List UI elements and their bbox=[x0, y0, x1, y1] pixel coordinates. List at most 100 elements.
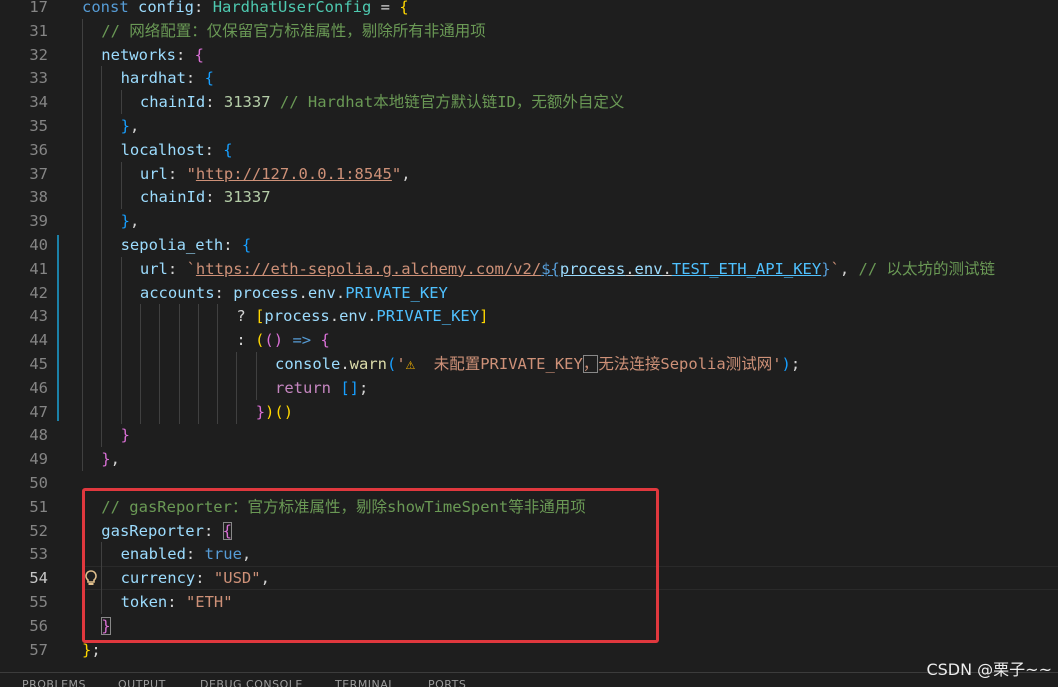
indent-guide bbox=[120, 280, 122, 305]
code-text[interactable]: ? [process.env.PRIVATE_KEY] bbox=[236, 304, 488, 328]
line-number[interactable]: 40 bbox=[0, 233, 48, 257]
code-line[interactable]: 42 accounts: process.env.PRIVATE_KEY bbox=[0, 280, 1058, 305]
code-token: , bbox=[839, 259, 859, 278]
line-number[interactable]: 36 bbox=[0, 138, 48, 162]
code-token: " bbox=[186, 164, 196, 183]
code-line[interactable]: 38 chainId: 31337 bbox=[0, 185, 1058, 210]
code-text[interactable]: networks: { bbox=[101, 43, 204, 67]
indent-guide bbox=[101, 328, 103, 353]
code-line[interactable]: 43 ? [process.env.PRIVATE_KEY] bbox=[0, 304, 1058, 329]
code-text[interactable]: // 网络配置：仅保留官方标准属性，剔除所有非通用项 bbox=[101, 19, 486, 43]
code-text[interactable]: }, bbox=[121, 209, 140, 233]
line-number[interactable]: 35 bbox=[0, 114, 48, 138]
code-line[interactable]: 44 : (() => { bbox=[0, 328, 1058, 353]
line-number[interactable]: 50 bbox=[0, 471, 48, 495]
code-line[interactable]: 37 url: "http://127.0.0.1:8545", bbox=[0, 161, 1058, 186]
code-text[interactable]: const config: HardhatUserConfig = { bbox=[82, 0, 409, 19]
code-text[interactable]: accounts: process.env.PRIVATE_KEY bbox=[140, 281, 448, 305]
code-line[interactable]: 47 })() bbox=[0, 399, 1058, 424]
line-number[interactable]: 48 bbox=[0, 423, 48, 447]
line-number[interactable]: 44 bbox=[0, 328, 48, 352]
code-line[interactable]: 49}, bbox=[0, 447, 1058, 472]
bottom-panel-tabs[interactable]: PROBLEMS OUTPUT DEBUG CONSOLE TERMINAL PORTS bbox=[0, 672, 1058, 687]
code-token: ( bbox=[264, 331, 274, 350]
code-line[interactable]: 39}, bbox=[0, 209, 1058, 234]
code-line[interactable]: 36 localhost: { bbox=[0, 137, 1058, 162]
code-text[interactable]: url: "http://127.0.0.1:8545", bbox=[140, 162, 411, 186]
line-number[interactable]: 57 bbox=[0, 638, 48, 662]
line-number[interactable]: 51 bbox=[0, 495, 48, 519]
line-number[interactable]: 56 bbox=[0, 614, 48, 638]
code-line[interactable]: 40 sepolia_eth: { bbox=[0, 233, 1058, 257]
code-text[interactable]: })() bbox=[256, 400, 293, 424]
code-token: { bbox=[223, 140, 233, 159]
line-number[interactable]: 53 bbox=[0, 542, 48, 566]
code-line[interactable]: 31 // 网络配置：仅保留官方标准属性，剔除所有非通用项 bbox=[0, 18, 1058, 43]
line-number[interactable]: 33 bbox=[0, 66, 48, 90]
code-token: . bbox=[335, 283, 346, 302]
code-text[interactable]: chainId: 31337 // Hardhat本地链官方默认链ID，无额外自… bbox=[140, 90, 625, 114]
code-text[interactable]: : (() => { bbox=[236, 328, 329, 352]
code-token: : bbox=[175, 45, 195, 64]
line-number[interactable]: 32 bbox=[0, 43, 48, 67]
code-token: : bbox=[214, 283, 234, 302]
git-change-indicator[interactable] bbox=[57, 235, 59, 422]
code-line[interactable]: 17 const config: HardhatUserConfig = { bbox=[0, 0, 1058, 19]
line-number[interactable]: 42 bbox=[0, 281, 48, 305]
line-number[interactable]: 47 bbox=[0, 400, 48, 424]
code-text[interactable]: }, bbox=[101, 447, 120, 471]
code-line[interactable]: 46 return []; bbox=[0, 375, 1058, 400]
line-number[interactable]: 34 bbox=[0, 90, 48, 114]
code-token: chainId bbox=[139, 93, 206, 112]
code-token: : bbox=[205, 188, 224, 207]
code-text[interactable]: return []; bbox=[275, 376, 368, 400]
code-token: : bbox=[236, 331, 256, 350]
line-number[interactable]: 38 bbox=[0, 185, 48, 209]
line-number[interactable]: 45 bbox=[0, 352, 48, 376]
code-text[interactable]: hardhat: { bbox=[121, 66, 214, 90]
code-token: { bbox=[194, 45, 204, 64]
code-line[interactable]: 32 networks: { bbox=[0, 42, 1058, 67]
line-number[interactable]: 39 bbox=[0, 209, 48, 233]
line-number[interactable]: 37 bbox=[0, 162, 48, 186]
code-text[interactable]: chainId: 31337 bbox=[140, 185, 271, 209]
code-token: config bbox=[138, 0, 195, 16]
code-line[interactable]: 34 chainId: 31337 // Hardhat本地链官方默认链ID，无额… bbox=[0, 90, 1058, 115]
indent-guide bbox=[82, 114, 83, 138]
code-token: => bbox=[292, 331, 312, 350]
indent-guide bbox=[101, 352, 103, 376]
line-number[interactable]: 46 bbox=[0, 376, 48, 400]
code-line[interactable]: 41 url: `https://eth-sepolia.g.alchemy.co… bbox=[0, 256, 1058, 281]
code-line[interactable]: 45 console.warn('⚠ 未配置PRIVATE_KEY，无法连接Sep… bbox=[0, 352, 1058, 376]
code-text[interactable]: console.warn('⚠ 未配置PRIVATE_KEY，无法连接Sepol… bbox=[275, 352, 800, 376]
code-token: . bbox=[340, 355, 350, 373]
line-number[interactable]: 31 bbox=[0, 19, 48, 43]
code-text[interactable]: } bbox=[121, 423, 130, 447]
code-text[interactable]: localhost: { bbox=[121, 138, 233, 162]
indent-guide bbox=[82, 280, 83, 305]
indent-guide bbox=[82, 137, 83, 162]
line-number[interactable]: 55 bbox=[0, 590, 48, 614]
code-token: ) bbox=[781, 355, 791, 373]
line-number[interactable]: 43 bbox=[0, 304, 48, 328]
code-text[interactable]: sepolia_eth: { bbox=[121, 233, 252, 257]
code-token: ; bbox=[359, 378, 369, 397]
code-line[interactable]: 48} bbox=[0, 423, 1058, 448]
indent-guide bbox=[255, 375, 257, 400]
code-line[interactable]: 35}, bbox=[0, 114, 1058, 138]
line-number[interactable]: 49 bbox=[0, 447, 48, 471]
code-text[interactable]: }, bbox=[121, 114, 140, 138]
indent-guide bbox=[139, 399, 141, 424]
line-number[interactable]: 17 bbox=[0, 0, 48, 19]
indent-guide bbox=[197, 399, 199, 424]
code-text[interactable]: url: `https://eth-sepolia.g.alchemy.com/… bbox=[140, 257, 995, 281]
line-number[interactable]: 54 bbox=[0, 566, 48, 590]
code-token: { bbox=[320, 331, 330, 350]
code-line[interactable]: 33 hardhat: { bbox=[0, 66, 1058, 91]
line-number[interactable]: 41 bbox=[0, 257, 48, 281]
line-number[interactable]: 52 bbox=[0, 519, 48, 543]
code-token: HardhatUserConfig bbox=[212, 0, 372, 16]
code-token: accounts bbox=[139, 283, 215, 302]
code-token: ; bbox=[790, 355, 801, 373]
